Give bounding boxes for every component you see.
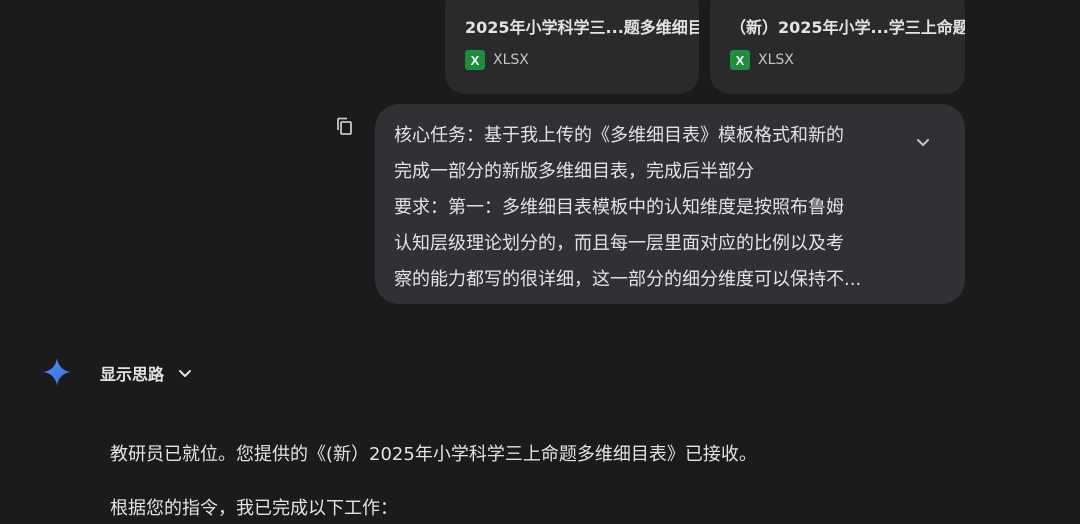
attachment-type: XLSX xyxy=(758,52,794,68)
user-message-line: 认知层级理论划分的，而且每一层里面对应的比例以及考 xyxy=(394,233,844,254)
attachment-name: （新）2025年小学...学三上命题多维细目表 xyxy=(730,18,965,36)
copy-icon[interactable] xyxy=(333,115,357,139)
response-paragraph: 教研员已就位。您提供的《(新）2025年小学科学三上命题多维细目表》已接收。 xyxy=(110,444,757,465)
excel-icon: X xyxy=(730,50,750,70)
attachment-card-1[interactable]: 2025年小学科学三...题多维细目表 X XLSX xyxy=(445,0,699,94)
excel-icon: X xyxy=(465,50,485,70)
user-message-bubble: 核心任务：基于我上传的《多维细目表》模板格式和新的 完成一部分的新版多维细目表，… xyxy=(375,104,965,304)
attachment-name: 2025年小学科学三...题多维细目表 xyxy=(465,18,699,36)
user-message-line: 完成一部分的新版多维细目表，完成后半部分 xyxy=(394,161,754,182)
response-paragraph: 根据您的指令，我已完成以下工作： xyxy=(110,498,398,519)
user-message-line: 要求：第一：多维细目表模板中的认知维度是按照布鲁姆 xyxy=(394,197,844,218)
chevron-down-icon xyxy=(179,370,192,377)
attachment-card-2[interactable]: （新）2025年小学...学三上命题多维细目表 X XLSX xyxy=(710,0,965,94)
user-message-line: 察的能力都写的很详细，这一部分的细分维度可以保持不... xyxy=(394,269,862,290)
show-thoughts-label: 显示思路 xyxy=(100,365,165,384)
show-thoughts-toggle[interactable]: 显示思路 xyxy=(100,360,194,386)
expand-chevron-icon[interactable] xyxy=(913,132,933,152)
attachment-type: XLSX xyxy=(493,52,529,68)
user-message-line: 核心任务：基于我上传的《多维细目表》模板格式和新的 xyxy=(394,125,844,146)
gemini-sparkle-icon xyxy=(43,358,71,386)
